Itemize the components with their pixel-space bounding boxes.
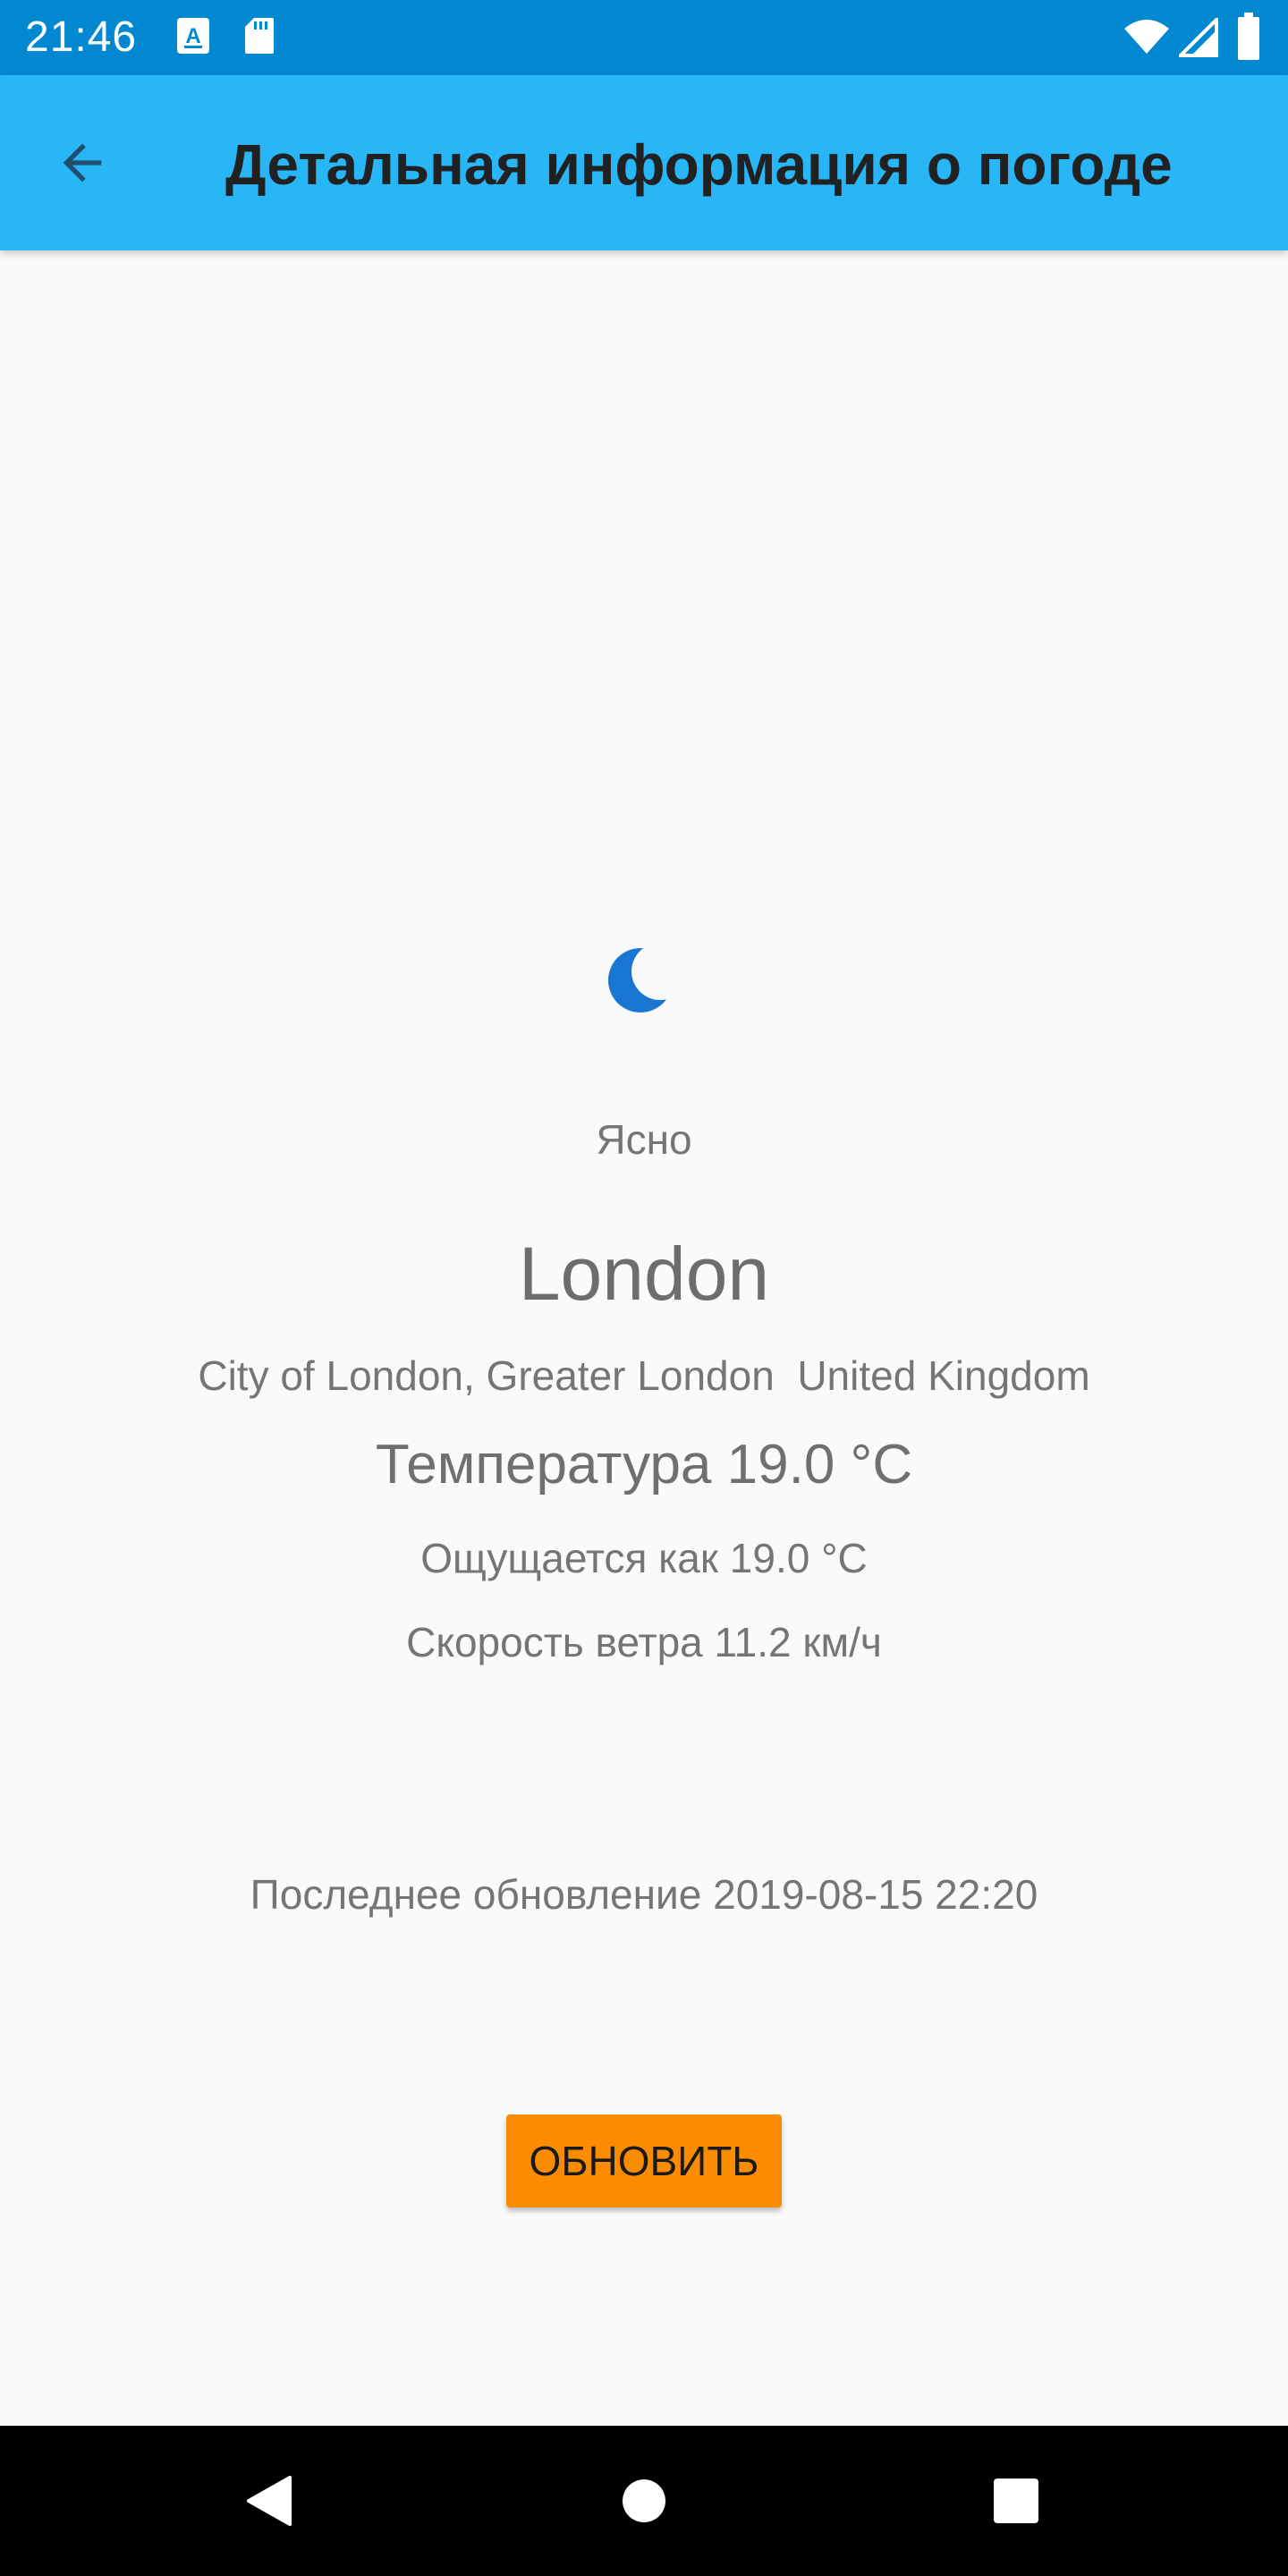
nav-back-button[interactable] [231,2463,306,2538]
refresh-button[interactable]: ОБНОВИТЬ [506,2114,782,2207]
feels-like: Ощущается как 19.0 °C [420,1535,868,1581]
status-bar: 21:46 A [0,0,1288,75]
home-circle-icon [623,2479,665,2522]
arrow-back-icon [63,143,102,182]
nav-home-button[interactable] [606,2463,682,2538]
temperature: Температура 19.0 °C [375,1434,913,1496]
last-updated: Последнее обновление 2019-08-15 22:20 [250,1871,1038,1918]
recents-square-icon [994,2479,1038,2523]
wind-speed: Скорость ветра 11.2 км/ч [406,1619,882,1665]
back-triangle-icon [247,2476,292,2526]
sd-card-icon [243,16,275,60]
app-bar: Детальная информация о погоде [0,75,1288,250]
weather-condition: Ясно [596,1116,692,1163]
battery-icon [1236,13,1261,65]
wifi-icon [1123,18,1170,60]
status-time: 21:46 [25,13,138,61]
signal-icon [1176,15,1218,62]
system-nav-bar [0,2426,1288,2576]
nav-recents-button[interactable] [979,2463,1054,2538]
text-a-icon: A [175,16,211,60]
crescent-moon-icon [601,936,687,1021]
city-name: London [518,1232,770,1316]
page-title: Детальная информация о погоде [225,132,1173,197]
weather-detail-screen: 21:46 A Детальная информация о погоде Яс… [0,0,1288,2576]
region-country: City of London, Greater London United Ki… [198,1352,1090,1399]
back-button[interactable] [36,116,129,209]
svg-text:A: A [185,24,200,48]
